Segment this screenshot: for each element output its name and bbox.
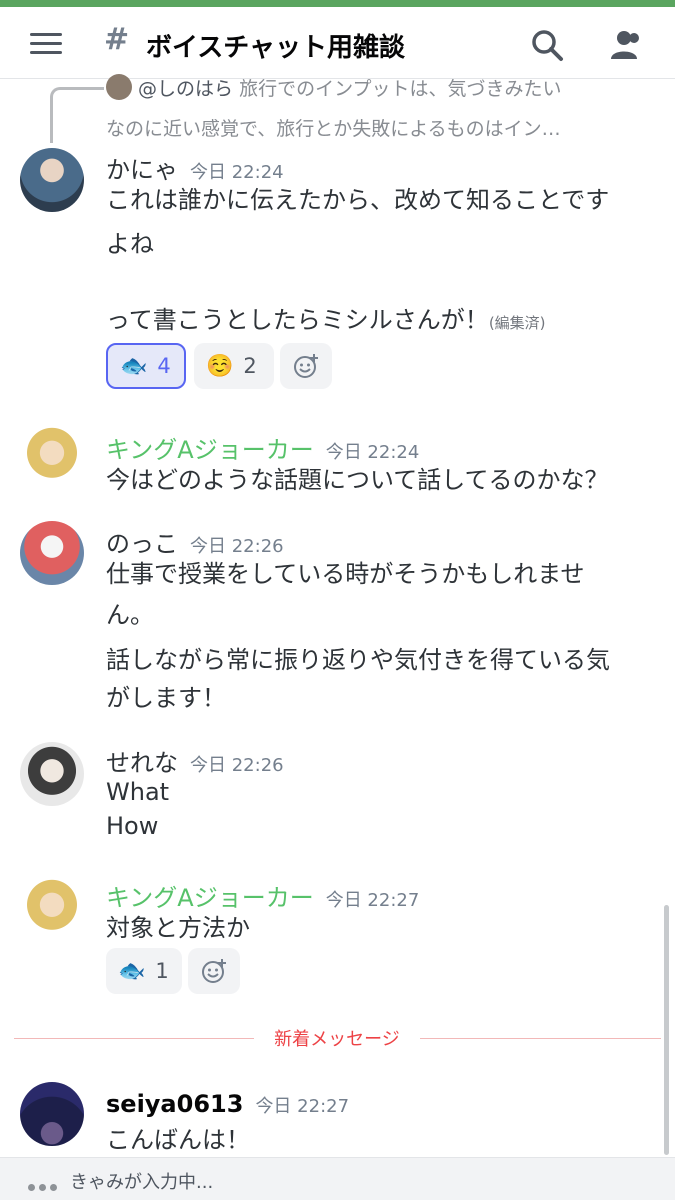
reaction-count: 4 <box>157 354 171 378</box>
fish-icon: 🐟 <box>120 354 148 379</box>
reply-text-line1: 旅行でのインプットは、気づきみたい <box>239 78 562 100</box>
menu-icon[interactable] <box>30 33 62 55</box>
member-list-icon[interactable] <box>608 27 644 63</box>
message-text: 今はどのような話題について話してるのかな？ <box>106 466 609 494</box>
reaction-fish[interactable]: 🐟 4 <box>106 343 186 389</box>
message-author[interactable]: seiya0613 今日 22:27 <box>106 1090 349 1118</box>
message-text: What <box>106 778 170 806</box>
message-timestamp: 今日 22:27 <box>255 1096 350 1117</box>
add-reaction-icon <box>202 959 226 983</box>
avatar[interactable] <box>20 1082 84 1146</box>
reply-mention[interactable]: @しのはら <box>138 78 233 100</box>
message-text: 仕事で授業をしている時がそうかもしれませ <box>106 560 585 588</box>
add-reaction-icon <box>294 354 318 378</box>
reply-text-line2: なのに近い感覚で、旅行とか失敗によるものはイン… <box>106 118 561 140</box>
message-text: How <box>106 812 159 840</box>
message-text-edited: って書こうとしたらミシルさんが！(編集済) <box>106 300 546 335</box>
avatar[interactable] <box>20 876 84 940</box>
message-text: よね <box>106 230 154 258</box>
message-text: がします！ <box>106 684 226 712</box>
message-text: これは誰かに伝えたから、改めて知ることです <box>106 186 610 214</box>
hash-icon: # <box>104 22 130 57</box>
author-name[interactable]: せれな <box>106 749 178 777</box>
reaction-bar: 🐟 4 ☺️ 2 <box>106 343 336 389</box>
typing-dots-icon <box>28 1176 61 1195</box>
message-author[interactable]: せれな 今日 22:26 <box>106 743 284 778</box>
add-reaction-button[interactable] <box>280 343 332 389</box>
reply-preview[interactable]: @しのはら 旅行でのインプットは、気づきみたい <box>106 74 651 101</box>
reaction-bar: 🐟 1 <box>106 948 246 994</box>
avatar[interactable] <box>20 521 84 585</box>
message-text: 話しながら常に振り返りや気付きを得ている気 <box>106 646 610 674</box>
channel-title: ボイスチャット用雑談 <box>146 33 405 63</box>
scrollbar[interactable] <box>664 905 669 1155</box>
edited-label: (編集済) <box>488 314 546 332</box>
top-status-strip <box>0 0 675 7</box>
avatar[interactable] <box>20 742 84 806</box>
reply-avatar <box>106 74 132 100</box>
author-name[interactable]: seiya0613 <box>106 1090 243 1118</box>
reaction-relieved[interactable]: ☺️ 2 <box>194 343 274 389</box>
message-text: 対象と方法か <box>106 914 250 942</box>
search-icon[interactable] <box>529 27 565 63</box>
message-timestamp: 今日 22:26 <box>190 755 284 776</box>
typing-text: きゃみが入力中... <box>70 1172 214 1193</box>
reaction-count: 2 <box>243 354 257 378</box>
message-text: ん。 <box>106 601 154 629</box>
avatar[interactable] <box>20 424 84 488</box>
reaction-fish[interactable]: 🐟 1 <box>106 948 182 994</box>
message-text: こんばんは！ <box>106 1126 250 1154</box>
message-text: って書こうとしたらミシルさんが！ <box>106 306 489 334</box>
relieved-face-icon: ☺️ <box>206 354 234 379</box>
reaction-count: 1 <box>155 959 169 983</box>
avatar[interactable] <box>20 148 84 212</box>
channel-header: # ボイスチャット用雑談 <box>0 7 675 79</box>
typing-indicator: きゃみが入力中... <box>0 1157 675 1200</box>
fish-icon: 🐟 <box>118 959 146 984</box>
reply-connector <box>50 87 104 143</box>
add-reaction-button[interactable] <box>188 948 240 994</box>
new-messages-label: 新着メッセージ <box>254 1025 420 1051</box>
message-timestamp: 今日 22:27 <box>325 890 420 911</box>
